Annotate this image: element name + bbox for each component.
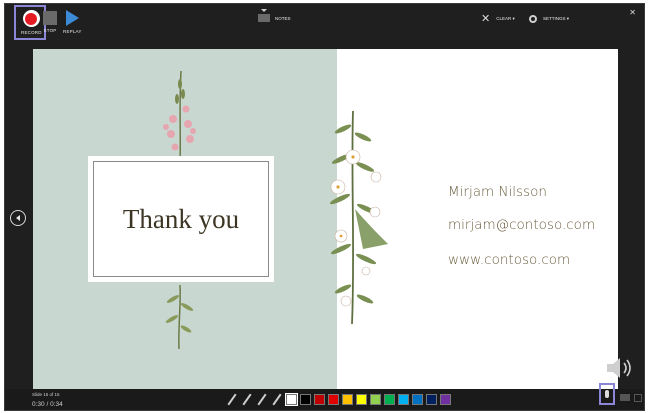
color-swatch[interactable] (328, 394, 339, 405)
replay-label: REPLAY (63, 29, 82, 34)
previous-slide-icon[interactable] (10, 210, 26, 226)
toolbar: RECORD STOP REPLAY NOTES ✕ CLEAR ▾ SETTI… (5, 4, 644, 40)
color-swatch[interactable] (300, 394, 311, 405)
notes-button[interactable]: NOTES (258, 9, 291, 22)
color-swatch[interactable] (314, 394, 325, 405)
notes-icon (258, 9, 270, 22)
contact-name: Mirjam Nilsson (448, 184, 547, 200)
replay-button[interactable]: REPLAY (63, 6, 82, 34)
clear-icon: ✕ (481, 13, 491, 25)
pen-icon[interactable] (226, 393, 237, 406)
contact-website: www.contoso.com (448, 252, 571, 268)
color-swatch[interactable] (370, 394, 381, 405)
record-slide-show-window: RECORD STOP REPLAY NOTES ✕ CLEAR ▾ SETTI… (4, 3, 645, 411)
stop-button[interactable]: STOP (43, 6, 57, 33)
stop-icon (43, 11, 57, 25)
color-swatch[interactable] (398, 394, 409, 405)
record-tool[interactable]: RECORD (21, 7, 42, 35)
color-swatch[interactable] (412, 394, 423, 405)
slide-title: Thank you (122, 203, 240, 234)
record-label: RECORD (21, 30, 42, 35)
clear-label: CLEAR ▾ (496, 16, 515, 21)
color-swatch[interactable] (356, 394, 367, 405)
color-swatch[interactable] (426, 394, 437, 405)
microphone-button[interactable] (599, 383, 615, 405)
clear-button[interactable]: ✕ CLEAR ▾ (481, 13, 515, 25)
settings-label: SETTINGS ▾ (543, 16, 570, 21)
settings-button[interactable]: SETTINGS ▾ (529, 15, 569, 23)
microphone-icon (605, 390, 609, 398)
marker-icon[interactable] (271, 393, 282, 406)
slide-counter: Slide 15 of 15 (32, 392, 60, 397)
camera-preview-icon[interactable] (634, 394, 642, 402)
color-swatches (285, 393, 451, 406)
record-icon (22, 10, 40, 27)
highlighter-icon[interactable] (256, 393, 267, 406)
gear-icon (529, 15, 537, 23)
color-swatch[interactable] (285, 393, 298, 406)
color-swatch[interactable] (440, 394, 451, 405)
thank-you-card: Thank you (88, 156, 274, 282)
close-icon[interactable]: ✕ (629, 8, 636, 17)
stop-label: STOP (43, 28, 57, 33)
card-frame: Thank you (93, 161, 269, 277)
camera-icon[interactable] (620, 394, 630, 401)
color-swatch[interactable] (384, 394, 395, 405)
color-swatch[interactable] (342, 394, 353, 405)
eraser-icon[interactable] (241, 393, 252, 406)
speaker-icon (607, 358, 631, 378)
replay-icon (65, 10, 79, 26)
bottom-bar: Slide 15 of 15 0:30 / 0:34 (5, 389, 644, 410)
ink-tools (226, 393, 451, 406)
recording-timer: 0:30 / 0:34 (32, 401, 63, 408)
notes-label: NOTES (275, 15, 291, 21)
slide-preview: Thank you Mirjam Nilsson mirjam@contoso.… (33, 49, 618, 389)
contact-email: mirjam@contoso.com (448, 217, 596, 233)
record-button[interactable]: RECORD (14, 5, 46, 40)
